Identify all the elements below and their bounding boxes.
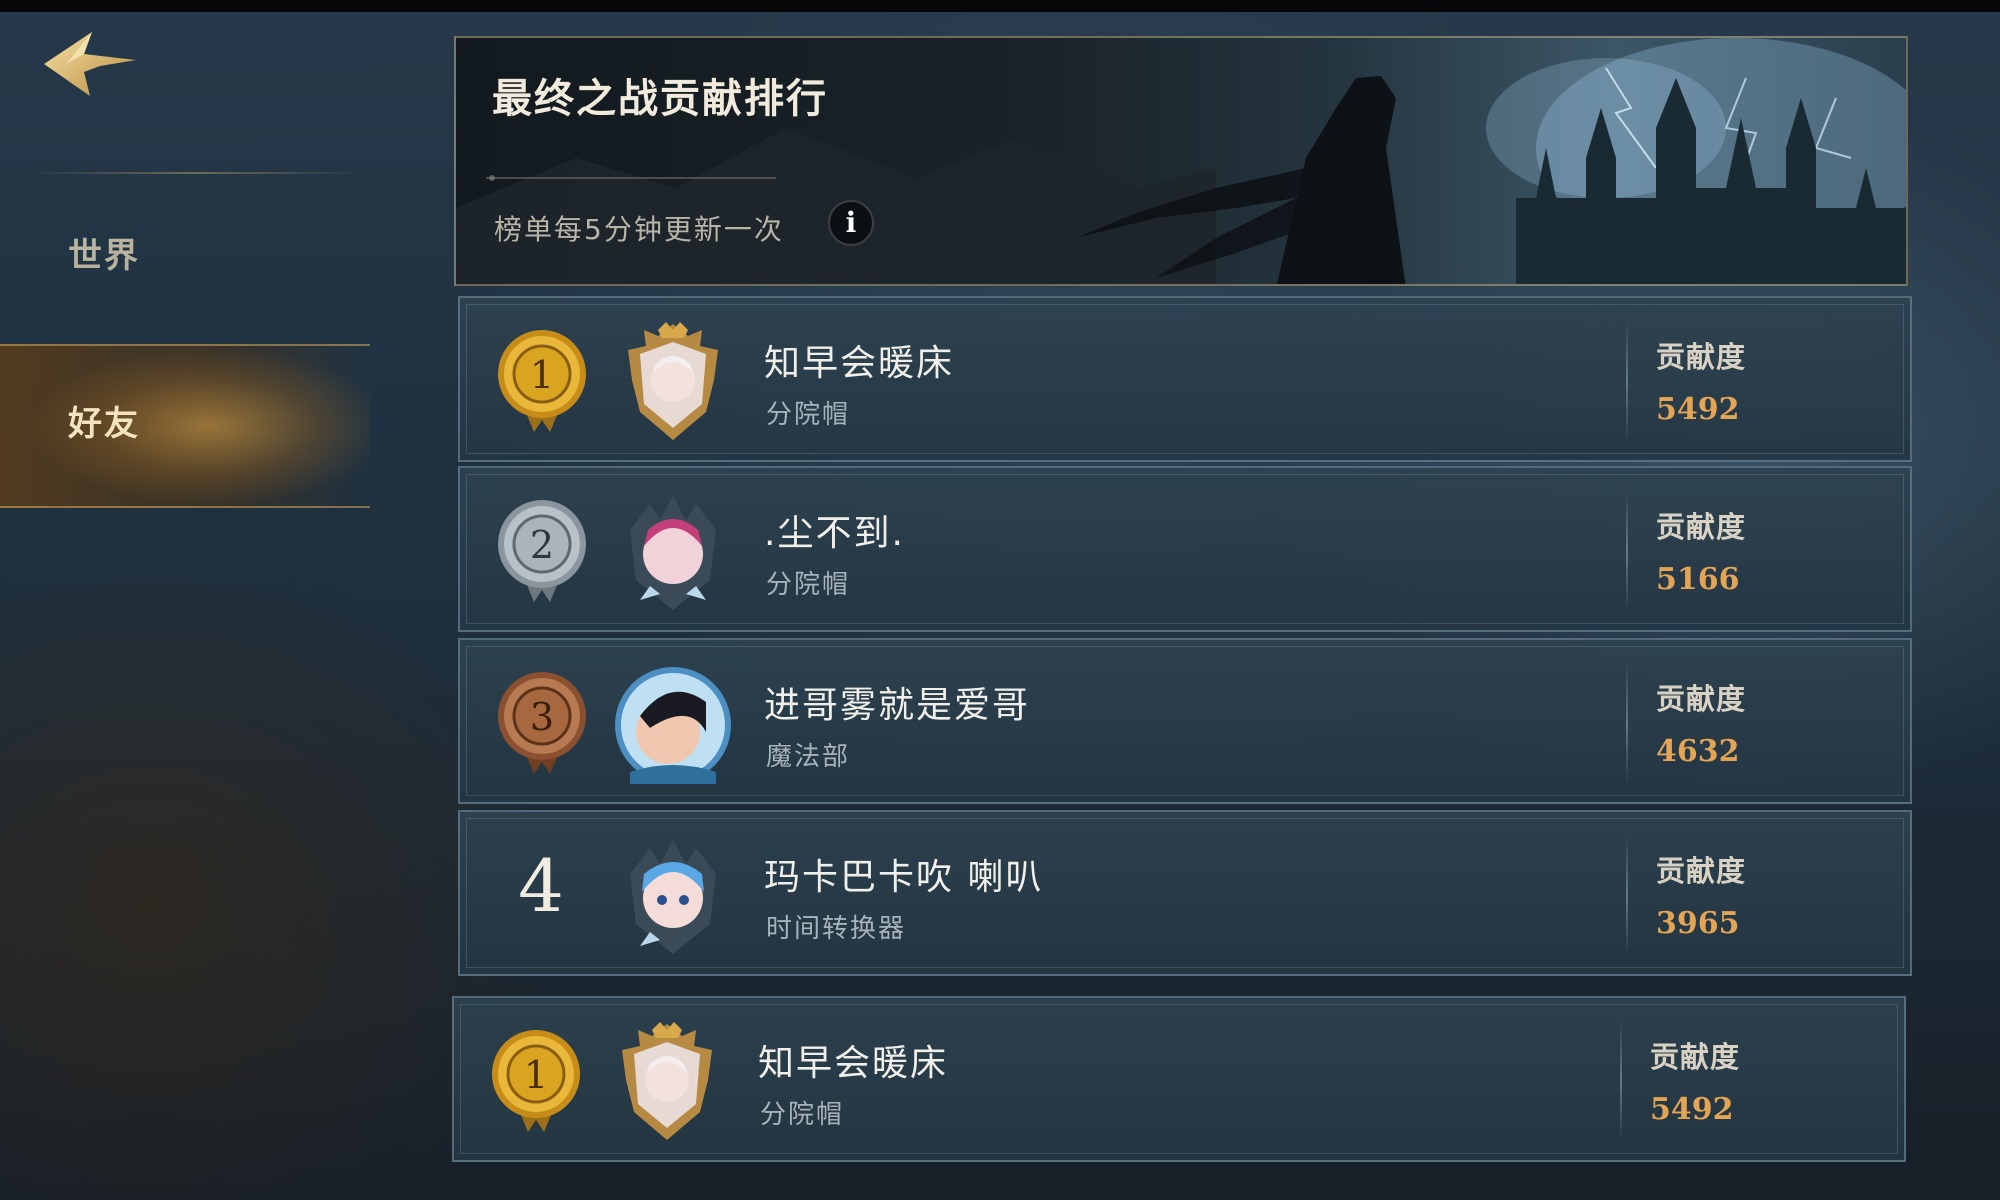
leaderboard-row[interactable]: 3 进哥雾就是爱哥 魔法部 贡献度 4632: [458, 638, 1912, 804]
player-name: 玛卡巴卡吹 喇叭: [764, 857, 1044, 898]
svg-text:2: 2: [530, 523, 554, 567]
player-house: 魔法部: [766, 742, 851, 772]
gold-medal-icon: 1: [498, 330, 586, 432]
back-button[interactable]: [40, 26, 140, 102]
bronze-medal-icon: 3: [498, 672, 586, 774]
back-arrow-icon: [44, 32, 136, 96]
score-value: 5492: [1650, 1092, 1734, 1127]
player-house: 分院帽: [760, 1100, 845, 1130]
row-divider: [1626, 490, 1628, 612]
tab-friends[interactable]: 好友: [68, 396, 140, 445]
avatar: [630, 496, 716, 610]
player-house: 分院帽: [766, 570, 851, 600]
leaderboard-banner: 最终之战贡献排行 榜单每5分钟更新一次 i: [454, 36, 1908, 286]
avatar: [615, 667, 731, 784]
tab-friends-highlight: [0, 344, 370, 508]
rank-number: 4: [518, 844, 564, 928]
banner-title: 最终之战贡献排行: [492, 76, 828, 122]
avatar: [622, 1022, 712, 1140]
score-label: 贡献度: [1656, 510, 1747, 544]
svg-text:1: 1: [530, 353, 554, 397]
row-divider: [1626, 320, 1628, 442]
score-value: 5492: [1656, 392, 1740, 427]
score-label: 贡献度: [1656, 682, 1747, 716]
leaderboard-row[interactable]: 2 .尘不到. 分院帽 贡献度 5166: [458, 466, 1912, 632]
player-name: 进哥雾就是爱哥: [764, 685, 1031, 726]
tab-world[interactable]: 世界: [68, 228, 140, 277]
banner-subtitle: 榜单每5分钟更新一次: [494, 213, 784, 246]
sidebar-divider: [30, 172, 360, 174]
player-name: .尘不到.: [764, 513, 905, 554]
row-divider: [1620, 1020, 1622, 1142]
score-label: 贡献度: [1656, 854, 1747, 888]
score-value: 3965: [1656, 906, 1740, 941]
score-label: 贡献度: [1656, 340, 1747, 374]
svg-text:3: 3: [530, 695, 554, 739]
player-name: 知早会暖床: [758, 1043, 949, 1084]
player-name: 知早会暖床: [764, 343, 955, 384]
row-divider: [1626, 662, 1628, 784]
avatar: [628, 322, 718, 440]
score-label: 贡献度: [1650, 1040, 1741, 1074]
svg-text:1: 1: [524, 1053, 548, 1097]
leaderboard-row[interactable]: 1 知早会暖床 分院帽 贡献度 5492: [458, 296, 1912, 462]
score-value: 4632: [1656, 734, 1740, 769]
player-house: 分院帽: [766, 400, 851, 430]
status-bar: [0, 0, 2000, 12]
score-value: 5166: [1656, 562, 1740, 597]
avatar: [630, 840, 716, 954]
row-divider: [1626, 834, 1628, 956]
leaderboard-row[interactable]: 4 玛卡巴卡吹 喇叭 时间转换器 贡献度 3965: [458, 810, 1912, 976]
gold-medal-icon: 1: [492, 1030, 580, 1132]
silver-medal-icon: 2: [498, 500, 586, 602]
player-house: 时间转换器: [766, 914, 907, 944]
page: 世界 好友 最终之战贡献排行 榜单每5分钟更新一次 i 1 知早会暖床 分院帽 …: [0, 0, 2000, 1200]
self-rank-row[interactable]: 1 知早会暖床 分院帽 贡献度 5492: [452, 996, 1906, 1162]
info-icon[interactable]: i: [828, 200, 874, 246]
